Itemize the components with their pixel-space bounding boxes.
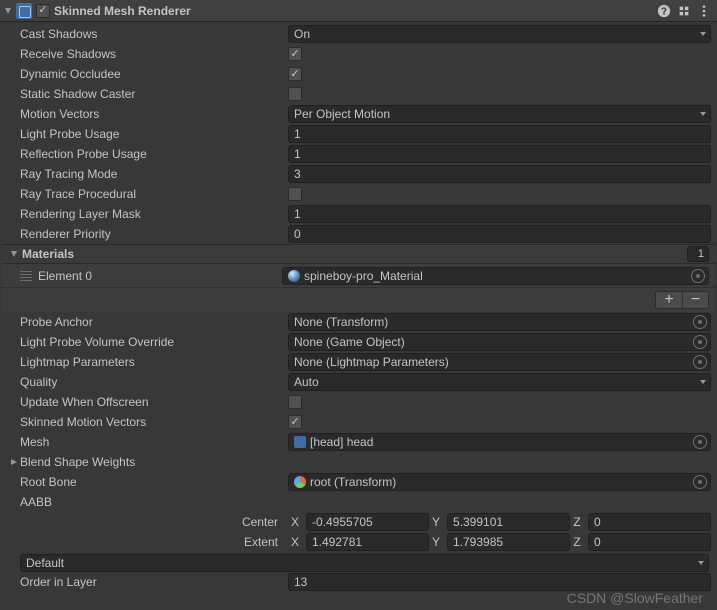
chevron-down-icon (699, 27, 707, 41)
extent-label: Extent (20, 535, 288, 549)
extent-z-field[interactable] (588, 533, 711, 551)
chevron-down-icon (699, 107, 707, 121)
materials-count[interactable]: 1 (687, 246, 709, 262)
probe-anchor-label: Probe Anchor (20, 315, 288, 329)
materials-title: Materials (22, 247, 687, 261)
sorting-layer-dropdown[interactable]: Default (20, 554, 709, 572)
root-bone-objectfield[interactable]: root (Transform) (288, 473, 711, 491)
object-picker-icon[interactable] (693, 355, 707, 369)
extent-y-field[interactable] (447, 533, 570, 551)
ray-trace-procedural-checkbox[interactable] (288, 187, 302, 201)
cast-shadows-dropdown[interactable]: On (288, 25, 711, 43)
materials-element-row: Element 0 spineboy-pro_Material (2, 264, 715, 288)
object-picker-icon[interactable] (693, 475, 707, 489)
renderer-priority-field[interactable] (288, 225, 711, 243)
mesh-icon (294, 436, 306, 448)
object-picker-icon[interactable] (693, 435, 707, 449)
materials-element-objectfield[interactable]: spineboy-pro_Material (282, 267, 709, 285)
chevron-down-icon (699, 375, 707, 389)
object-picker-icon[interactable] (693, 335, 707, 349)
ray-tracing-mode-label: Ray Tracing Mode (20, 167, 288, 181)
cast-shadows-label: Cast Shadows (20, 27, 288, 41)
center-y-field[interactable] (447, 513, 570, 531)
axis-z-label: Z (570, 535, 584, 549)
lightmap-parameters-label: Lightmap Parameters (20, 355, 288, 369)
light-probe-usage-field[interactable] (288, 125, 711, 143)
ray-tracing-mode-field[interactable] (288, 165, 711, 183)
axis-x-label: X (288, 515, 302, 529)
receive-shadows-label: Receive Shadows (20, 47, 288, 61)
axis-z-label: Z (570, 515, 584, 529)
blend-shape-weights-foldout-icon[interactable] (8, 456, 20, 468)
lightmap-parameters-objectfield[interactable]: None (Lightmap Parameters) (288, 353, 711, 371)
materials-add-button[interactable]: + (656, 292, 682, 308)
dynamic-occludee-checkbox[interactable] (288, 67, 302, 81)
object-picker-icon[interactable] (693, 315, 707, 329)
quality-label: Quality (20, 375, 288, 389)
materials-remove-button[interactable]: − (682, 292, 708, 308)
drag-handle-icon[interactable] (20, 271, 32, 281)
materials-section-header[interactable]: Materials 1 (2, 244, 715, 264)
reflection-probe-usage-field[interactable] (288, 145, 711, 163)
skinned-motion-vectors-label: Skinned Motion Vectors (20, 415, 288, 429)
context-menu-button[interactable] (695, 3, 713, 19)
component-title: Skinned Mesh Renderer (54, 4, 191, 18)
component-foldout-icon[interactable] (2, 5, 14, 17)
root-bone-label: Root Bone (20, 475, 288, 489)
extent-x-field[interactable] (306, 533, 429, 551)
axis-y-label: Y (429, 535, 443, 549)
dynamic-occludee-label: Dynamic Occludee (20, 67, 288, 81)
skinned-motion-vectors-checkbox[interactable] (288, 415, 302, 429)
materials-plus-minus: + − (655, 291, 709, 309)
rendering-layer-mask-label: Rendering Layer Mask (20, 207, 288, 221)
motion-vectors-label: Motion Vectors (20, 107, 288, 121)
update-when-offscreen-checkbox[interactable] (288, 395, 302, 409)
order-in-layer-field[interactable] (288, 573, 711, 591)
quality-dropdown[interactable]: Auto (288, 373, 711, 391)
light-probe-volume-override-objectfield[interactable]: None (Game Object) (288, 333, 711, 351)
order-in-layer-label: Order in Layer (20, 575, 288, 589)
component-type-icon (16, 3, 32, 19)
blend-shape-weights-label: Blend Shape Weights (20, 455, 711, 469)
probe-anchor-objectfield[interactable]: None (Transform) (288, 313, 711, 331)
axis-y-label: Y (429, 515, 443, 529)
light-probe-usage-label: Light Probe Usage (20, 127, 288, 141)
center-x-field[interactable] (306, 513, 429, 531)
ray-trace-procedural-label: Ray Trace Procedural (20, 187, 288, 201)
update-when-offscreen-label: Update When Offscreen (20, 395, 288, 409)
materials-foldout-icon (8, 248, 20, 260)
receive-shadows-checkbox[interactable] (288, 47, 302, 61)
rendering-layer-mask-field[interactable] (288, 205, 711, 223)
center-z-field[interactable] (588, 513, 711, 531)
materials-element-label: Element 0 (38, 269, 282, 283)
watermark-text: CSDN @SlowFeather (567, 590, 703, 606)
reflection-probe-usage-label: Reflection Probe Usage (20, 147, 288, 161)
light-probe-volume-override-label: Light Probe Volume Override (20, 335, 288, 349)
center-label: Center (20, 515, 288, 529)
static-shadow-caster-label: Static Shadow Caster (20, 87, 288, 101)
help-button[interactable] (655, 3, 673, 19)
static-shadow-caster-checkbox[interactable] (288, 87, 302, 101)
object-picker-icon[interactable] (691, 269, 705, 283)
component-enabled-checkbox[interactable] (36, 4, 50, 18)
axis-x-label: X (288, 535, 302, 549)
mesh-objectfield[interactable]: [head] head (288, 433, 711, 451)
material-icon (288, 270, 300, 282)
transform-icon (294, 476, 306, 488)
renderer-priority-label: Renderer Priority (20, 227, 288, 241)
motion-vectors-dropdown[interactable]: Per Object Motion (288, 105, 711, 123)
chevron-down-icon (697, 556, 705, 570)
aabb-label: AABB (20, 495, 288, 509)
mesh-label: Mesh (20, 435, 288, 449)
preset-button[interactable] (675, 3, 693, 19)
